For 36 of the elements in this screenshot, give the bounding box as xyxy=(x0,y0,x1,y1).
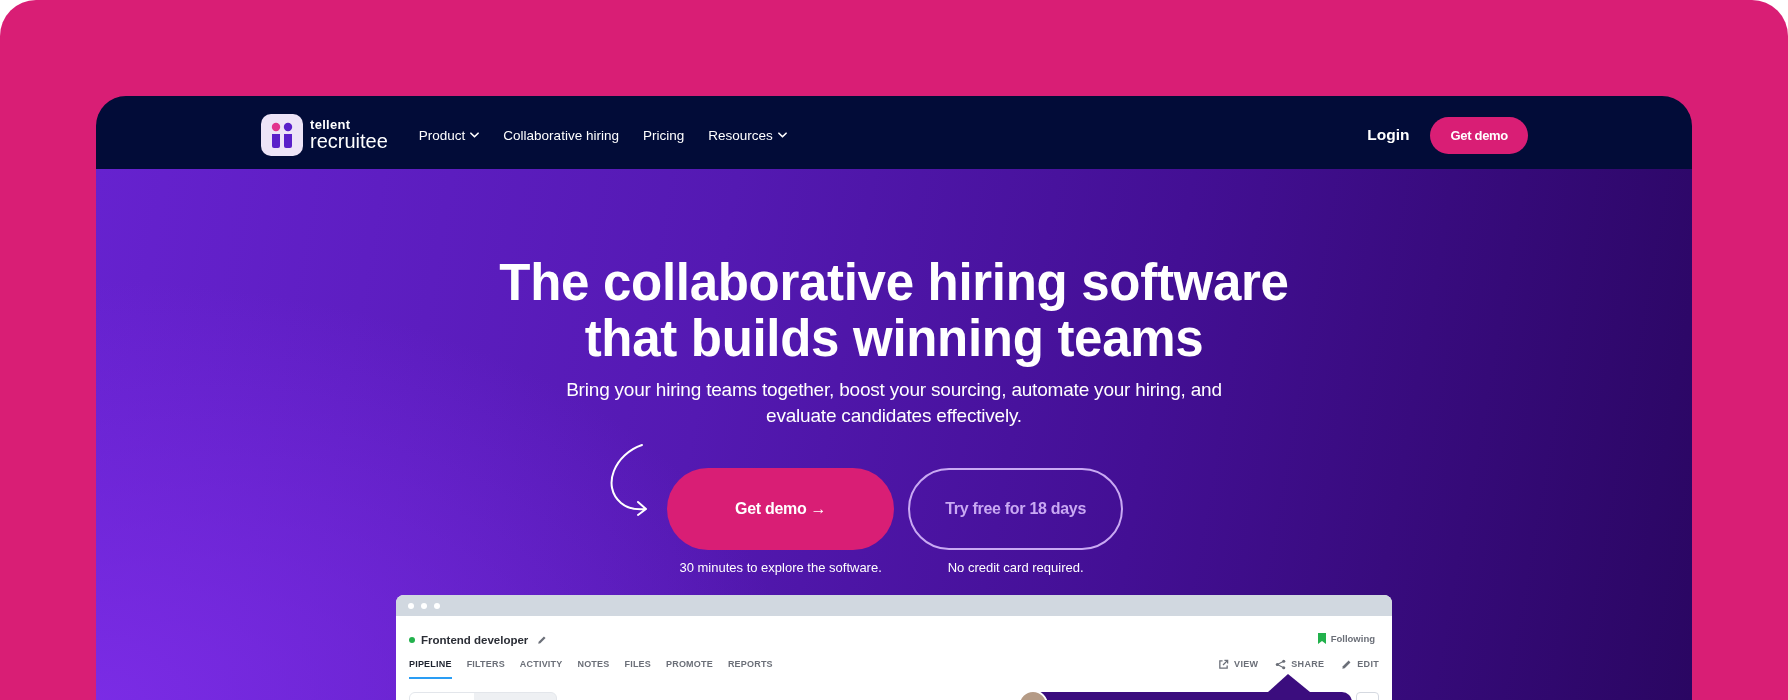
job-title: Frontend developer xyxy=(421,634,529,646)
window-dot-icon xyxy=(421,602,427,609)
view-button[interactable]: VIEW xyxy=(1218,659,1259,670)
edit-button[interactable]: EDIT xyxy=(1341,659,1379,670)
tab[interactable]: PROMOTE xyxy=(666,652,713,679)
status-dot-icon xyxy=(409,637,415,643)
hero-title: The collaborative hiring software that builds winning teams xyxy=(498,255,1290,367)
tab[interactable]: NOTES xyxy=(577,652,610,679)
window-dot-icon xyxy=(434,602,440,609)
external-link-icon xyxy=(1218,659,1230,670)
logo-icon xyxy=(261,114,303,156)
bookmark-icon xyxy=(1317,632,1326,644)
try-free-button[interactable]: Try free for 18 days xyxy=(908,468,1123,550)
get-demo-button[interactable]: Get demo → xyxy=(667,468,895,550)
following-button[interactable]: Following xyxy=(1317,632,1375,644)
nav-link[interactable]: Product xyxy=(418,127,480,143)
brand-tagline: tellent xyxy=(310,118,352,131)
nav-link[interactable]: Resources xyxy=(708,127,787,143)
pencil-icon xyxy=(537,635,548,645)
get-demo-button[interactable]: Get demo xyxy=(1430,116,1528,154)
nav-link[interactable]: Pricing xyxy=(642,127,685,143)
hero-subtitle: Bring your hiring teams together, boost your sourcing, automate your hiring, and evaluate candidates effectively. xyxy=(565,378,1223,428)
button-caption: 30 minutes to explore the software. xyxy=(679,560,882,576)
brand-name: recruitee xyxy=(310,131,388,152)
tab[interactable]: ACTIVITY xyxy=(519,652,563,679)
tab[interactable]: FILES xyxy=(624,652,651,679)
share-icon xyxy=(1275,659,1287,670)
nav-link[interactable]: Collaborative hiring xyxy=(503,127,619,143)
pencil-icon xyxy=(1341,659,1353,670)
window-dot-icon xyxy=(408,602,414,609)
button-caption: No credit card required. xyxy=(947,560,1084,576)
tab[interactable]: FILTERS xyxy=(466,652,505,679)
tab[interactable]: REPORTS xyxy=(727,652,773,679)
share-button[interactable]: SHARE xyxy=(1275,659,1325,670)
tab[interactable]: PIPELINE xyxy=(409,652,452,679)
login-link[interactable]: Login xyxy=(1367,126,1410,144)
